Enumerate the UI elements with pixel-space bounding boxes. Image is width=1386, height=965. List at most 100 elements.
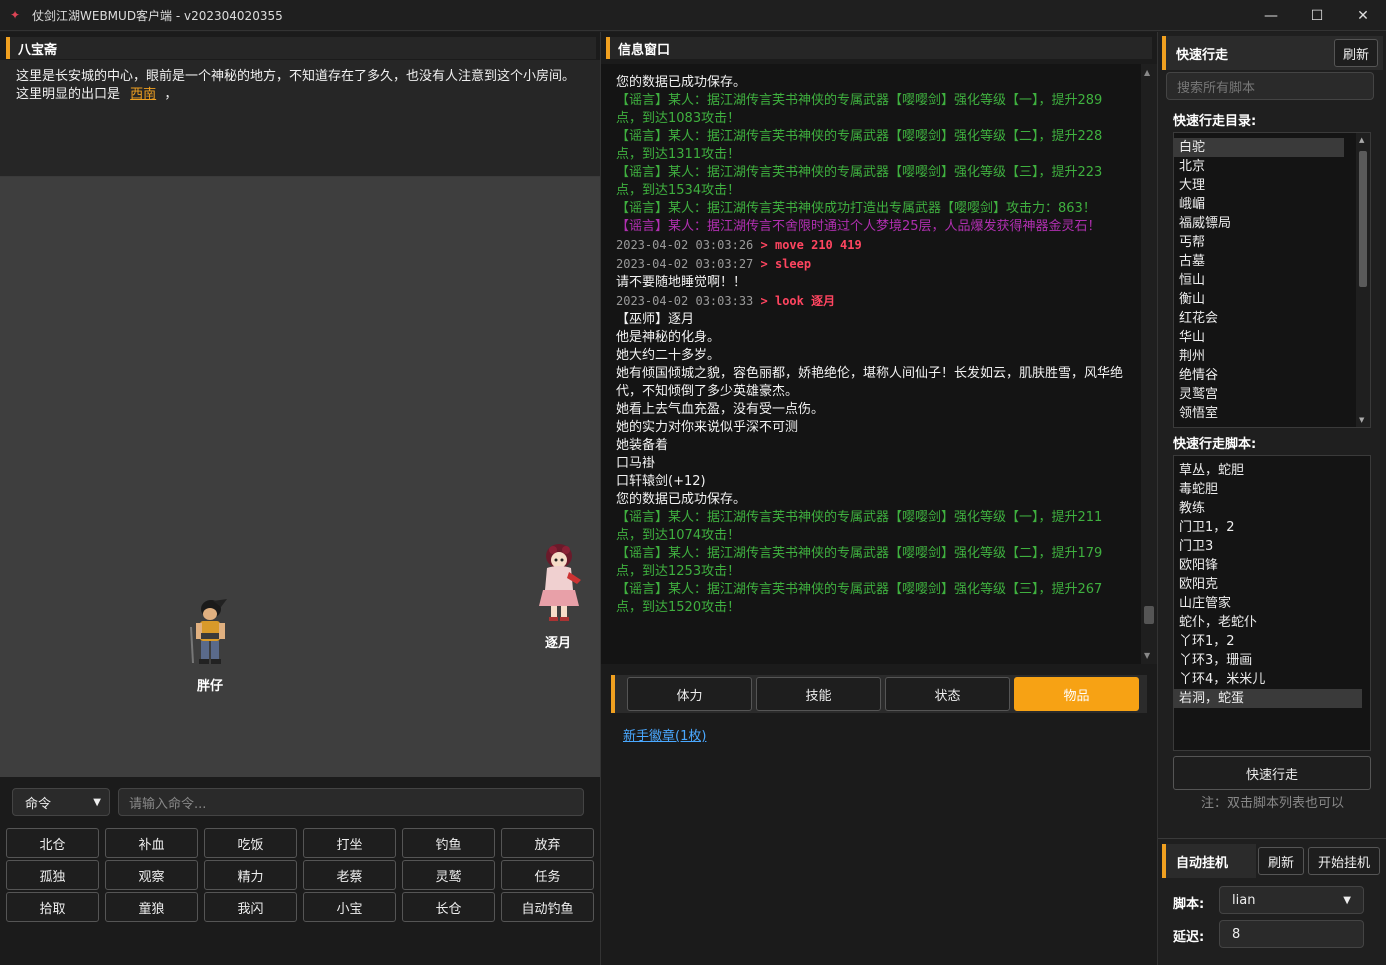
command-button[interactable]: 自动钓鱼 (501, 892, 594, 922)
dir-list-item[interactable]: 峨嵋 (1174, 195, 1344, 214)
message-log[interactable]: 您的数据已成功保存。【谣言】某人：据江湖传言芙书神侠的专属武器【嘤嘤剑】强化等级… (601, 64, 1157, 664)
command-button[interactable]: 灵鹫 (402, 860, 495, 890)
scroll-up-icon[interactable]: ▲ (1144, 68, 1150, 77)
command-button[interactable]: 孤独 (6, 860, 99, 890)
scene-view: 胖仔 逐月 (0, 177, 600, 777)
script-list-item[interactable]: 岩洞，蛇蛋 (1174, 689, 1362, 708)
npc-pangzai[interactable]: 胖仔 (180, 597, 240, 694)
right-panel: 快速行走 刷新 搜索所有脚本 快速行走目录: 白驼 北京 大理 峨嵋 福威镖局 丐帮 古墓恒… (1157, 32, 1386, 965)
divider (1158, 838, 1386, 839)
dir-list-item[interactable]: 红花会 (1174, 309, 1344, 328)
room-desc-text: 这里是长安城的中心，眼前是一个神秘的地方，不知道存在了多久，也没有人注意到这个小… (16, 69, 576, 84)
command-button[interactable]: 放弃 (501, 828, 594, 858)
command-button[interactable]: 精力 (204, 860, 297, 890)
script-list-item[interactable]: 教练 (1174, 499, 1362, 518)
maximize-button[interactable]: ☐ (1294, 0, 1340, 31)
quick-walk-script-list[interactable]: 草丛，蛇胆 毒蛇胆 教练 门卫1，2 门卫3 欧阳锋 欧阳克 山庄管家 蛇仆，老蛇仆 丫环1，2 丫… (1173, 455, 1371, 751)
scroll-up-icon[interactable]: ▲ (1359, 136, 1364, 144)
dir-list-item[interactable]: 荆州 (1174, 347, 1344, 366)
npc-zhuyue[interactable]: 逐月 (528, 542, 588, 651)
script-list-item[interactable]: 毒蛇胆 (1174, 480, 1362, 499)
log-line: 【谣言】某人：据江湖传言芙书神侠的专属武器【嘤嘤剑】强化等级【二】，提升179点… (616, 546, 1103, 579)
dir-list-item[interactable]: 大理 (1174, 176, 1344, 195)
script-list-item[interactable]: 门卫3 (1174, 537, 1362, 556)
command-button[interactable]: 我闪 (204, 892, 297, 922)
command-button[interactable]: 老蔡 (303, 860, 396, 890)
command-button[interactable]: 童狼 (105, 892, 198, 922)
exit-link-southwest[interactable]: 西南 (130, 87, 156, 102)
log-scroll-thumb[interactable] (1144, 605, 1154, 624)
scroll-down-icon[interactable]: ▼ (1144, 651, 1150, 660)
log-line: 2023-04-02 03:03:27 > sleep (616, 255, 1128, 274)
dir-list-item[interactable]: 灵鹫宫 (1174, 385, 1344, 404)
command-button[interactable]: 吃饭 (204, 828, 297, 858)
command-button[interactable]: 北仓 (6, 828, 99, 858)
log-scrollbar[interactable]: ▲ ▼ (1141, 64, 1157, 664)
tab-3[interactable]: 物品 (1014, 677, 1139, 711)
log-line: 【谣言】某人：据江湖传言芙书神侠的专属武器【嘤嘤剑】强化等级【二】，提升228点… (616, 129, 1103, 162)
command-button[interactable]: 补血 (105, 828, 198, 858)
info-tabs: 体力 技能 状态 物品 (611, 675, 1147, 713)
script-list-item[interactable]: 蛇仆，老蛇仆 (1174, 613, 1362, 632)
log-command: look 逐月 (774, 294, 836, 308)
command-button[interactable]: 拾取 (6, 892, 99, 922)
tab-2[interactable]: 状态 (885, 677, 1010, 711)
log-line: 口轩辕剑(+12) (616, 474, 706, 489)
auto-delay-value: 8 (1232, 926, 1241, 942)
script-list-item[interactable]: 丫环3，珊画 (1174, 651, 1362, 670)
dir-list-item[interactable]: 衡山 (1174, 290, 1344, 309)
script-list-item[interactable]: 门卫1，2 (1174, 518, 1362, 537)
tab-0[interactable]: 体力 (627, 677, 752, 711)
log-line: 【谣言】某人：据江湖传言芙书神侠的专属武器【嘤嘤剑】强化等级【一】，提升289点… (616, 93, 1103, 126)
log-line: 请不要随地睡觉啊！！ (616, 275, 747, 290)
command-button[interactable]: 小宝 (303, 892, 396, 922)
quick-walk-script-label: 快速行走脚本: (1173, 437, 1257, 452)
log-timestamp: 2023-04-02 03:03:33 (616, 294, 754, 308)
quick-walk-dir-label: 快速行走目录: (1173, 114, 1257, 129)
auto-delay-input[interactable]: 8 (1219, 920, 1364, 948)
quick-walk-refresh-button[interactable]: 刷新 (1334, 39, 1378, 67)
script-list-item[interactable]: 山庄管家 (1174, 594, 1362, 613)
dir-list-item[interactable]: 恒山 (1174, 271, 1344, 290)
script-list-item[interactable]: 丫环4，米米儿 (1174, 670, 1362, 689)
log-line: 【谣言】某人：据江湖传言芙书神侠的专属武器【嘤嘤剑】强化等级【三】，提升267点… (616, 582, 1103, 615)
command-type-select[interactable]: 命令 ▼ (12, 788, 110, 816)
command-button[interactable]: 任务 (501, 860, 594, 890)
dir-list-scrollbar[interactable]: ▲ ▼ (1356, 133, 1370, 427)
script-search-input[interactable]: 搜索所有脚本 (1166, 72, 1374, 100)
scroll-down-icon[interactable]: ▼ (1359, 416, 1364, 424)
dir-list-item[interactable]: 古墓 (1174, 252, 1344, 271)
command-button[interactable]: 观察 (105, 860, 198, 890)
log-command: move 210 419 (774, 238, 862, 252)
command-button[interactable]: 长仓 (402, 892, 495, 922)
tab-1[interactable]: 技能 (756, 677, 881, 711)
minimize-button[interactable]: — (1248, 0, 1294, 31)
command-button[interactable]: 钓鱼 (402, 828, 495, 858)
dir-list-item[interactable]: 丐帮 (1174, 233, 1344, 252)
quick-walk-go-button[interactable]: 快速行走 (1173, 756, 1371, 790)
app-icon: ✦ (10, 8, 21, 22)
dir-list-item[interactable]: 绝情谷 (1174, 366, 1344, 385)
item-link-badge[interactable]: 新手徽章(1枚) (623, 725, 706, 744)
dir-list-item[interactable]: 领悟室 (1174, 404, 1344, 423)
log-line: 【谣言】某人：据江湖传言芙书神侠成功打造出专属武器【嘤嘤剑】攻击力：863！ (616, 201, 1096, 216)
start-idle-button[interactable]: 开始挂机 (1308, 847, 1380, 875)
auto-idle-refresh-button[interactable]: 刷新 (1258, 847, 1304, 875)
command-button[interactable]: 打坐 (303, 828, 396, 858)
dir-list-item[interactable]: 华山 (1174, 328, 1344, 347)
dir-list-item[interactable]: 白驼 (1174, 138, 1344, 157)
script-list-item[interactable]: 丫环1，2 (1174, 632, 1362, 651)
log-line: 您的数据已成功保存。 (616, 492, 747, 507)
quick-walk-dir-list[interactable]: 白驼 北京 大理 峨嵋 福威镖局 丐帮 古墓 恒山 衡山 红花会 华山 荆州 绝情谷 灵鹫宫 领悟室 ▲ ▼ (1173, 132, 1371, 428)
dir-list-scroll-thumb[interactable] (1359, 151, 1367, 287)
script-list-item[interactable]: 欧阳克 (1174, 575, 1362, 594)
command-input[interactable]: 请输入命令... (118, 788, 584, 816)
log-line: 2023-04-02 03:03:33 > look 逐月 (616, 292, 1128, 311)
dir-list-item[interactable]: 福威镖局 (1174, 214, 1344, 233)
auto-script-select[interactable]: lian ▼ (1219, 886, 1364, 914)
close-button[interactable]: ✕ (1340, 0, 1386, 31)
dir-list-item[interactable]: 北京 (1174, 157, 1344, 176)
quick-walk-note: 注：双击脚本列表也可以 (1200, 796, 1344, 811)
script-list-item[interactable]: 欧阳锋 (1174, 556, 1362, 575)
script-list-item[interactable]: 草丛，蛇胆 (1174, 461, 1362, 480)
